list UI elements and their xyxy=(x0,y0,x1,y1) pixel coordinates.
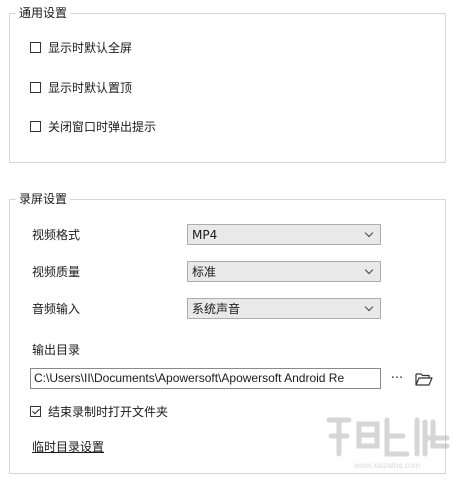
fullscreen-on-show-label: 显示时默认全屏 xyxy=(48,40,133,55)
chevron-down-icon xyxy=(364,228,374,238)
folder-open-icon xyxy=(415,372,433,386)
video-quality-label: 视频质量 xyxy=(32,265,81,279)
video-quality-select[interactable]: 标准 xyxy=(187,261,381,282)
audio-input-label: 音频输入 xyxy=(32,302,81,316)
settings-panel: 通用设置 显示时默认全屏 显示时默认置顶 关闭窗口时弹出提示 录屏设置 视频格式… xyxy=(0,0,457,480)
general-settings-title: 通用设置 xyxy=(16,6,71,21)
close-prompt-checkbox[interactable] xyxy=(30,120,41,132)
audio-input-select[interactable]: 系统声音 xyxy=(187,298,381,319)
svg-text:www.xiazaiba.com: www.xiazaiba.com xyxy=(353,461,420,470)
always-on-top-option[interactable]: 显示时默认置顶 xyxy=(30,79,132,95)
video-format-select[interactable]: MP4 xyxy=(187,224,381,245)
open-folder-button[interactable] xyxy=(413,368,435,389)
fullscreen-on-show-option[interactable]: 显示时默认全屏 xyxy=(30,39,132,55)
watermark-logo: www.xiazaiba.com xyxy=(326,417,450,470)
audio-input-value: 系统声音 xyxy=(192,302,241,316)
video-quality-value: 标准 xyxy=(192,265,217,279)
always-on-top-label: 显示时默认置顶 xyxy=(48,80,133,95)
chevron-down-icon xyxy=(364,302,374,312)
open-folder-on-finish-option[interactable]: 结束录制时打开文件夹 xyxy=(30,403,168,419)
record-settings-title: 录屏设置 xyxy=(16,192,71,207)
output-dir-label: 输出目录 xyxy=(32,343,81,357)
open-folder-on-finish-label: 结束录制时打开文件夹 xyxy=(48,404,169,419)
close-prompt-label: 关闭窗口时弹出提示 xyxy=(48,119,157,134)
open-folder-on-finish-checkbox[interactable] xyxy=(30,405,41,417)
video-format-label: 视频格式 xyxy=(32,228,81,242)
browse-more-button[interactable]: ··· xyxy=(386,368,408,389)
output-dir-input[interactable]: C:\Users\II\Documents\Apowersoft\Apowers… xyxy=(30,368,381,389)
temp-dir-settings-link[interactable]: 临时目录设置 xyxy=(32,438,104,456)
chevron-down-icon xyxy=(364,265,374,275)
fullscreen-on-show-checkbox[interactable] xyxy=(30,41,41,53)
close-prompt-option[interactable]: 关闭窗口时弹出提示 xyxy=(30,118,156,134)
video-format-value: MP4 xyxy=(192,227,218,242)
always-on-top-checkbox[interactable] xyxy=(30,81,41,93)
